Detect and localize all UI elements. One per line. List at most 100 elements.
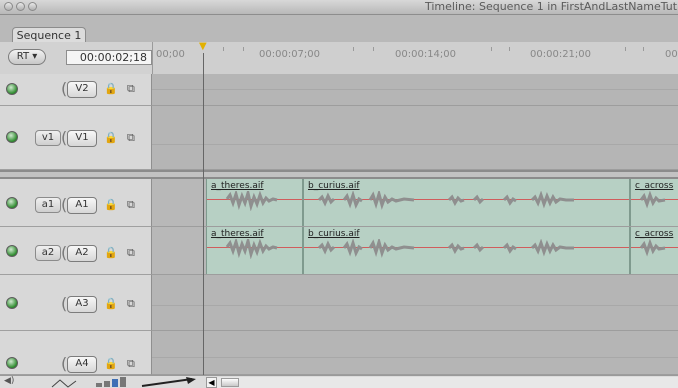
ruler-tick [625,47,626,51]
source-control-a2[interactable]: a2 [35,245,61,261]
minimize-button[interactable] [16,2,25,11]
auto-select-icon[interactable]: ⧉ [127,297,135,311]
clip-name: b_curius.aif [308,229,360,239]
auto-select-icon[interactable]: ⧉ [127,357,135,371]
timeline-window: Timeline: Sequence 1 in FirstAndLastName… [0,0,678,388]
destination-control-a4[interactable]: A4 [67,356,97,373]
scroll-left-icon[interactable]: ◀ [206,377,217,388]
zoom-slider-icon[interactable] [140,376,200,388]
audio-speaker-icon[interactable]: ◀) [4,376,14,386]
lane-separator [152,89,678,90]
horizontal-scrollbar[interactable] [206,377,678,388]
waveform-icon [639,191,666,209]
audio-enable-icon[interactable] [6,357,18,369]
destination-control-a2[interactable]: A2 [67,245,97,262]
destination-control-v1[interactable]: V1 [67,130,97,147]
track-header-a2: a2 ( A2 🔒 ⧉ [0,227,152,275]
audio-clip[interactable]: c_across [630,179,678,226]
timeline-controls: RT ▾ 00:00:02;18 00;00 00:00:07;00 00:00… [0,41,678,75]
auto-select-icon[interactable]: ⧉ [127,246,135,260]
lock-icon[interactable]: 🔒 [104,297,118,310]
auto-select-icon[interactable]: ⧉ [127,198,135,212]
destination-control-a1[interactable]: A1 [67,197,97,214]
track-header-a3: ( A3 🔒 ⧉ [0,275,152,331]
clip-name: a_theres.aif [211,181,264,191]
lock-icon[interactable]: 🔒 [104,246,118,259]
audio-clip[interactable]: a_theres.aif [206,227,303,274]
lane-separator [152,305,678,306]
ruler-tick [373,47,374,51]
window-title: Timeline: Sequence 1 in FirstAndLastName… [425,0,678,13]
auto-select-icon[interactable]: ⧉ [127,131,135,145]
clip-overlays-icon[interactable] [50,376,80,388]
ruler-tick [353,47,354,51]
current-timecode-field[interactable]: 00:00:02;18 [66,50,152,65]
tab-sequence-1[interactable]: Sequence 1 [12,27,86,43]
playhead[interactable] [203,53,204,388]
waveform-icon [317,191,574,210]
track-header-v1: v1 ( V1 🔒 ⧉ [0,106,152,170]
track-height-icon[interactable] [94,376,134,388]
audio-clip[interactable]: b_curius.aif [303,227,630,274]
ruler-label: 00:00:07;00 [259,49,321,60]
video-audio-divider[interactable] [0,170,678,179]
destination-control-v2[interactable]: V2 [67,81,97,98]
track-visibility-icon[interactable] [6,83,18,95]
source-control-a1[interactable]: a1 [35,197,61,213]
lane-separator [152,144,678,145]
audio-enable-icon[interactable] [6,197,18,209]
track-lane-a4[interactable] [152,331,678,375]
scroll-thumb[interactable] [221,378,239,387]
ruler-tick [643,47,644,51]
ruler-label: 00:00:21;00 [530,49,592,60]
destination-control-a3[interactable]: A3 [67,296,97,313]
clip-name: c_across [635,229,674,239]
ruler-label: 00 [665,49,678,60]
waveform-icon [225,239,278,259]
audio-enable-icon[interactable] [6,245,18,257]
ruler-tick [223,47,224,51]
track-header-a4: ( A4 🔒 ⧉ [0,331,152,375]
time-ruler[interactable]: 00;00 00:00:07;00 00:00:14;00 00:00:21;0… [152,41,678,74]
track-lane-v1[interactable] [152,106,678,170]
clip-name: c_across [635,181,674,191]
waveform-icon [639,239,666,257]
track-visibility-icon[interactable] [6,131,18,143]
track-lane-a1[interactable]: a_theres.aif b_curius.aif c_across [152,179,678,227]
audio-clip[interactable]: b_curius.aif [303,179,630,226]
track-lane-v2[interactable] [152,74,678,106]
ruler-tick [491,47,492,51]
ruler-tick [509,47,510,51]
lock-icon[interactable]: 🔒 [104,131,118,144]
title-bar: Timeline: Sequence 1 in FirstAndLastName… [0,0,678,15]
track-header-v2: ( V2 🔒 ⧉ [0,74,152,106]
track-v2: ( V2 🔒 ⧉ [0,74,678,106]
lock-icon[interactable]: 🔒 [104,198,118,211]
lock-icon[interactable]: 🔒 [104,357,118,370]
track-v1: v1 ( V1 🔒 ⧉ [0,106,678,170]
auto-select-icon[interactable]: ⧉ [127,82,135,96]
clip-name: b_curius.aif [308,181,360,191]
ruler-label: 00;00 [156,49,185,60]
source-control-v1[interactable]: v1 [35,130,61,146]
track-a1: a1 ( A1 🔒 ⧉ a_theres.aif b_curius.aif c_… [0,179,678,227]
audio-clip[interactable]: c_across [630,227,678,274]
ruler-label: 00:00:14;00 [395,49,457,60]
rt-menu-button[interactable]: RT ▾ [8,49,46,65]
track-a4: ( A4 🔒 ⧉ [0,331,678,375]
zoom-button[interactable] [28,2,37,11]
audio-clip[interactable]: a_theres.aif [206,179,303,226]
timeline-bottom-bar: ◀) ◀ [0,375,678,388]
track-header-a1: a1 ( A1 🔒 ⧉ [0,179,152,227]
waveform-icon [317,239,574,258]
track-lane-a3[interactable] [152,275,678,331]
tab-bar: Sequence 1 [0,15,678,43]
playhead-marker-icon[interactable]: ▼ [199,41,207,52]
ruler-tick [243,47,244,51]
close-button[interactable] [4,2,13,11]
audio-enable-icon[interactable] [6,297,18,309]
track-lane-a2[interactable]: a_theres.aif b_curius.aif c_across [152,227,678,275]
lock-icon[interactable]: 🔒 [104,82,118,95]
lane-separator [152,357,678,358]
track-a2: a2 ( A2 🔒 ⧉ a_theres.aif b_curius.aif c_… [0,227,678,275]
